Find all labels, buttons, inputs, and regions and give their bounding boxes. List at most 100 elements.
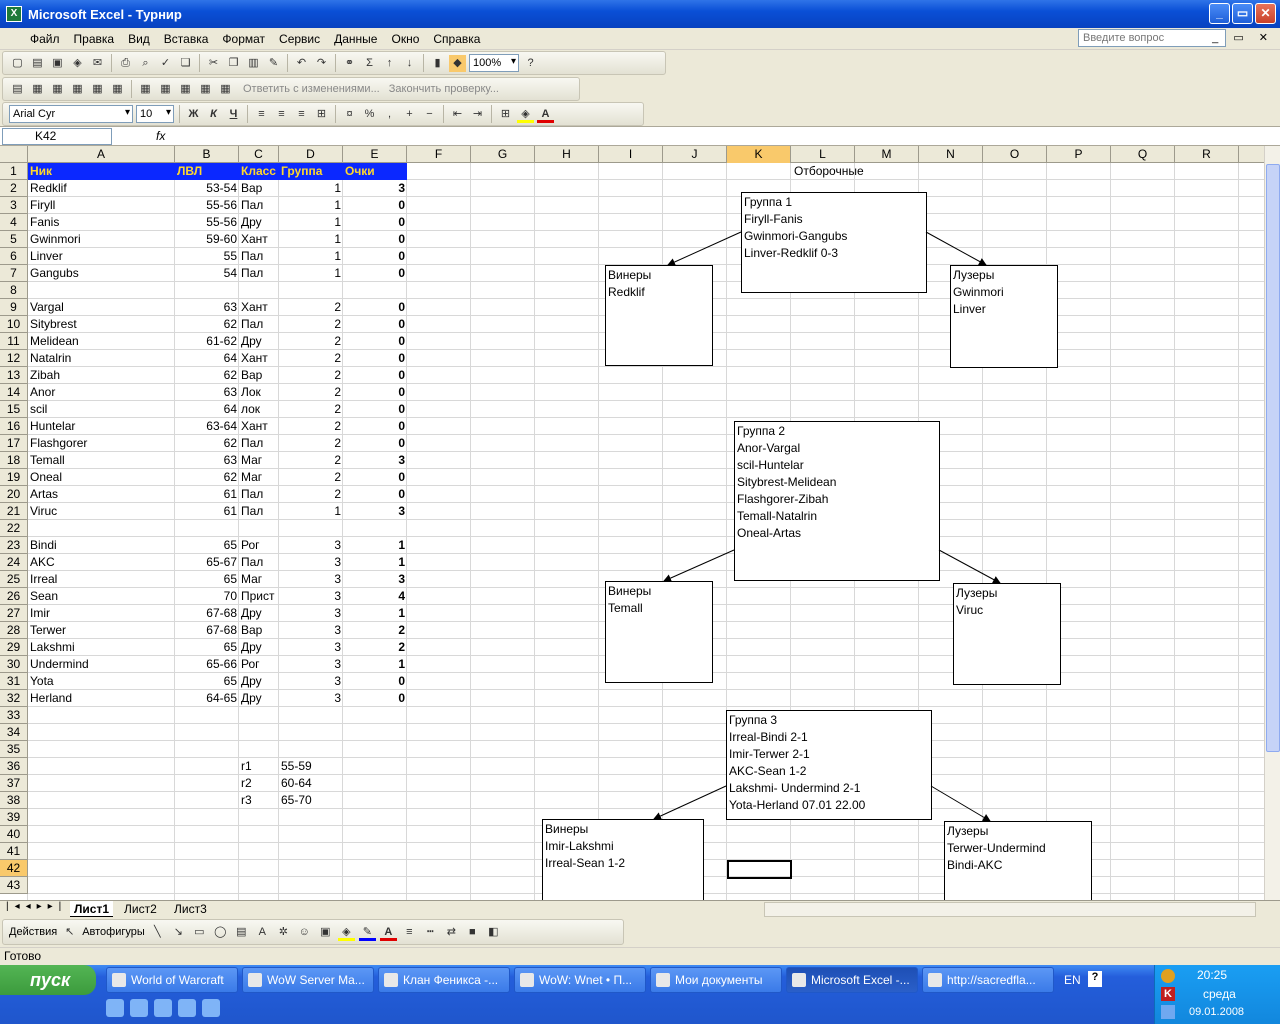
player-lvl[interactable]: 59-60 [175, 231, 239, 248]
folder-icon[interactable]: ▤ [9, 81, 26, 98]
player-group[interactable]: 2 [279, 367, 343, 384]
player-class[interactable]: Дру [239, 214, 279, 231]
player-class[interactable]: Пал [239, 435, 279, 452]
dash-style-icon[interactable]: ┅ [422, 924, 439, 941]
player-points[interactable]: 0 [343, 384, 407, 401]
menu-item-3[interactable]: Вставка [157, 32, 216, 46]
maximize-button[interactable]: ▭ [1232, 3, 1253, 24]
player-lvl[interactable]: 64-65 [175, 690, 239, 707]
player-lvl[interactable]: 67-68 [175, 605, 239, 622]
chart-wizard-icon[interactable]: ▮ [429, 55, 446, 72]
taskbar-task-4[interactable]: Мои документы [650, 967, 782, 993]
select-all-corner[interactable] [0, 146, 28, 163]
player-class[interactable]: Пал [239, 486, 279, 503]
row-header-12[interactable]: 12 [0, 350, 28, 367]
player-points[interactable]: 0 [343, 435, 407, 452]
row-header-8[interactable]: 8 [0, 282, 28, 299]
player-lvl[interactable]: 65 [175, 537, 239, 554]
row-header-27[interactable]: 27 [0, 605, 28, 622]
review-icon-10[interactable]: ▦ [217, 81, 234, 98]
player-class[interactable]: Дру [239, 333, 279, 350]
quicklaunch-app2-icon[interactable] [202, 999, 220, 1017]
new-icon[interactable]: ▢ [9, 55, 26, 72]
row-header-17[interactable]: 17 [0, 435, 28, 452]
active-cell-selection[interactable] [727, 860, 792, 879]
player-lvl[interactable]: 62 [175, 435, 239, 452]
player-points[interactable]: 3 [343, 452, 407, 469]
review-icon-1[interactable]: ▦ [29, 81, 46, 98]
diagram-icon[interactable]: ✲ [275, 924, 292, 941]
sheet-tab-2[interactable]: Лист2 [120, 901, 161, 917]
player-lvl[interactable]: 62 [175, 469, 239, 486]
row-header-38[interactable]: 38 [0, 792, 28, 809]
player-class[interactable]: Хант [239, 299, 279, 316]
arrow-icon[interactable]: ↘ [170, 924, 187, 941]
player-lvl[interactable]: 55 [175, 248, 239, 265]
row-header-43[interactable]: 43 [0, 877, 28, 894]
column-header-O[interactable]: O [983, 146, 1047, 163]
row-header-35[interactable]: 35 [0, 741, 28, 758]
player-lvl[interactable]: 65-66 [175, 656, 239, 673]
range-value[interactable]: 55-59 [279, 758, 343, 775]
player-points[interactable]: 0 [343, 299, 407, 316]
quicklaunch-app-icon[interactable] [178, 999, 196, 1017]
row-header-7[interactable]: 7 [0, 265, 28, 282]
column-header-I[interactable]: I [599, 146, 663, 163]
player-group[interactable]: 3 [279, 622, 343, 639]
player-lvl[interactable]: 65 [175, 673, 239, 690]
player-group[interactable]: 3 [279, 605, 343, 622]
taskbar-task-1[interactable]: WoW Server Ma... [242, 967, 374, 993]
menu-item-5[interactable]: Сервис [272, 32, 327, 46]
column-header-J[interactable]: J [663, 146, 727, 163]
player-class[interactable]: Дру [239, 605, 279, 622]
column-header-K[interactable]: K [727, 146, 791, 163]
group-3-box[interactable]: Группа 3 Irreal-Bindi 2-1 Imir-Terwer 2-1 A… [726, 710, 932, 820]
autosum-icon[interactable]: Σ [361, 55, 378, 72]
row-header-1[interactable]: 1 [0, 163, 28, 180]
player-class[interactable]: Пал [239, 248, 279, 265]
vertical-scroll-thumb[interactable] [1266, 164, 1280, 752]
player-group[interactable]: 2 [279, 401, 343, 418]
currency-icon[interactable]: ¤ [341, 106, 358, 123]
menu-item-2[interactable]: Вид [121, 32, 157, 46]
row-header-20[interactable]: 20 [0, 486, 28, 503]
row-header-10[interactable]: 10 [0, 316, 28, 333]
player-nick[interactable]: Redklif [28, 180, 175, 197]
start-button[interactable]: пуск [0, 965, 96, 995]
player-nick[interactable]: Oneal [28, 469, 175, 486]
player-nick[interactable]: Imir [28, 605, 175, 622]
player-lvl[interactable]: 70 [175, 588, 239, 605]
player-lvl[interactable]: 61 [175, 503, 239, 520]
vertical-scrollbar[interactable] [1264, 146, 1280, 900]
language-indicator[interactable]: EN [1064, 973, 1081, 987]
row-header-5[interactable]: 5 [0, 231, 28, 248]
player-points[interactable]: 0 [343, 265, 407, 282]
end-review-button[interactable]: Закончить проверку... [389, 83, 499, 95]
group-2-box[interactable]: Группа 2 Anor-Vargal scil-Huntelar Sitybres… [734, 421, 940, 581]
player-group[interactable]: 1 [279, 248, 343, 265]
decrease-indent-icon[interactable]: ⇤ [449, 106, 466, 123]
clipart-icon[interactable]: ☺ [296, 924, 313, 941]
row-header-31[interactable]: 31 [0, 673, 28, 690]
player-group[interactable]: 3 [279, 656, 343, 673]
wow-tray-icon[interactable] [1161, 969, 1175, 983]
player-points[interactable]: 0 [343, 214, 407, 231]
player-group[interactable]: 1 [279, 180, 343, 197]
player-group[interactable]: 1 [279, 214, 343, 231]
player-points[interactable]: 3 [343, 503, 407, 520]
draw-fill-color-icon[interactable]: ◈ [337, 924, 355, 941]
player-class[interactable]: Дру [239, 673, 279, 690]
player-class[interactable]: Маг [239, 571, 279, 588]
review-icon-4[interactable]: ▦ [89, 81, 106, 98]
player-group[interactable]: 1 [279, 231, 343, 248]
review-icon-5[interactable]: ▦ [109, 81, 126, 98]
player-class[interactable]: Вар [239, 180, 279, 197]
review-icon-9[interactable]: ▦ [197, 81, 214, 98]
player-nick[interactable]: Vargal [28, 299, 175, 316]
fill-color-icon[interactable]: ◈ [517, 106, 534, 123]
player-points[interactable]: 0 [343, 248, 407, 265]
column-header-N[interactable]: N [919, 146, 983, 163]
select-objects-icon[interactable]: ↖ [61, 924, 78, 941]
player-lvl[interactable]: 61 [175, 486, 239, 503]
player-points[interactable]: 0 [343, 673, 407, 690]
